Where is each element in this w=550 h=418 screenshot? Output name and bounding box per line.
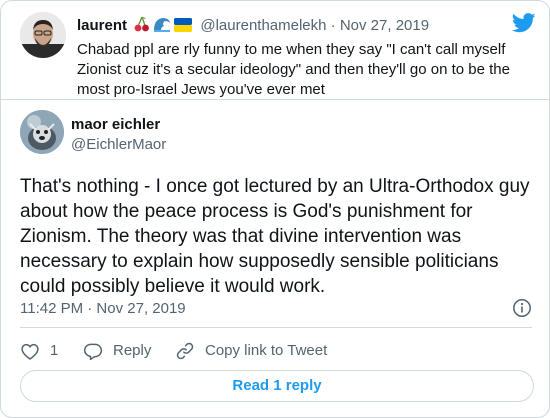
- cherries-emoji-icon: [134, 16, 150, 37]
- quoted-author-name[interactable]: laurent: [77, 17, 127, 34]
- info-icon[interactable]: [512, 298, 532, 318]
- wave-emoji-icon: [153, 16, 171, 37]
- quoted-tweet-text: Chabad ppl are rly funny to me when they…: [77, 41, 510, 98]
- actions-divider: [20, 327, 532, 328]
- tweet-actions: 1 Reply Copy link to Tweet: [20, 340, 520, 362]
- link-icon: [176, 342, 194, 360]
- author-handle[interactable]: @EichlerMaor: [71, 136, 166, 154]
- quoted-header: laurent @laurenthamelekh · Nov 27, 2019: [77, 16, 429, 37]
- like-count: 1: [50, 342, 59, 359]
- twitter-bird-icon[interactable]: [511, 12, 536, 34]
- quoted-avatar[interactable]: [20, 12, 66, 58]
- quoted-author-handle[interactable]: @laurenthamelekh: [200, 17, 326, 34]
- reply-label: Reply: [113, 342, 152, 359]
- ukraine-flag-emoji-icon: [174, 18, 193, 37]
- heart-icon: [21, 343, 39, 360]
- author-avatar[interactable]: [20, 110, 64, 154]
- tweet-timestamp[interactable]: 11:42 PM · Nov 27, 2019: [20, 300, 186, 318]
- like-button[interactable]: 1: [20, 340, 58, 362]
- quote-divider: [1, 99, 550, 100]
- author-name[interactable]: maor eichler: [71, 116, 160, 134]
- reply-bubble-icon: [83, 343, 103, 361]
- copy-link-label: Copy link to Tweet: [205, 342, 328, 359]
- tweet-embed-card: laurent @laurenthamelekh · Nov 27, 2019 …: [0, 0, 550, 418]
- tweet-text: That's nothing - I once got lectured by …: [20, 176, 530, 297]
- copy-link-button[interactable]: Copy link to Tweet: [175, 340, 327, 362]
- reply-button[interactable]: Reply: [83, 340, 151, 362]
- quoted-date[interactable]: Nov 27, 2019: [340, 17, 429, 34]
- separator-dot: ·: [330, 17, 336, 34]
- read-replies-button[interactable]: Read 1 reply: [20, 370, 534, 402]
